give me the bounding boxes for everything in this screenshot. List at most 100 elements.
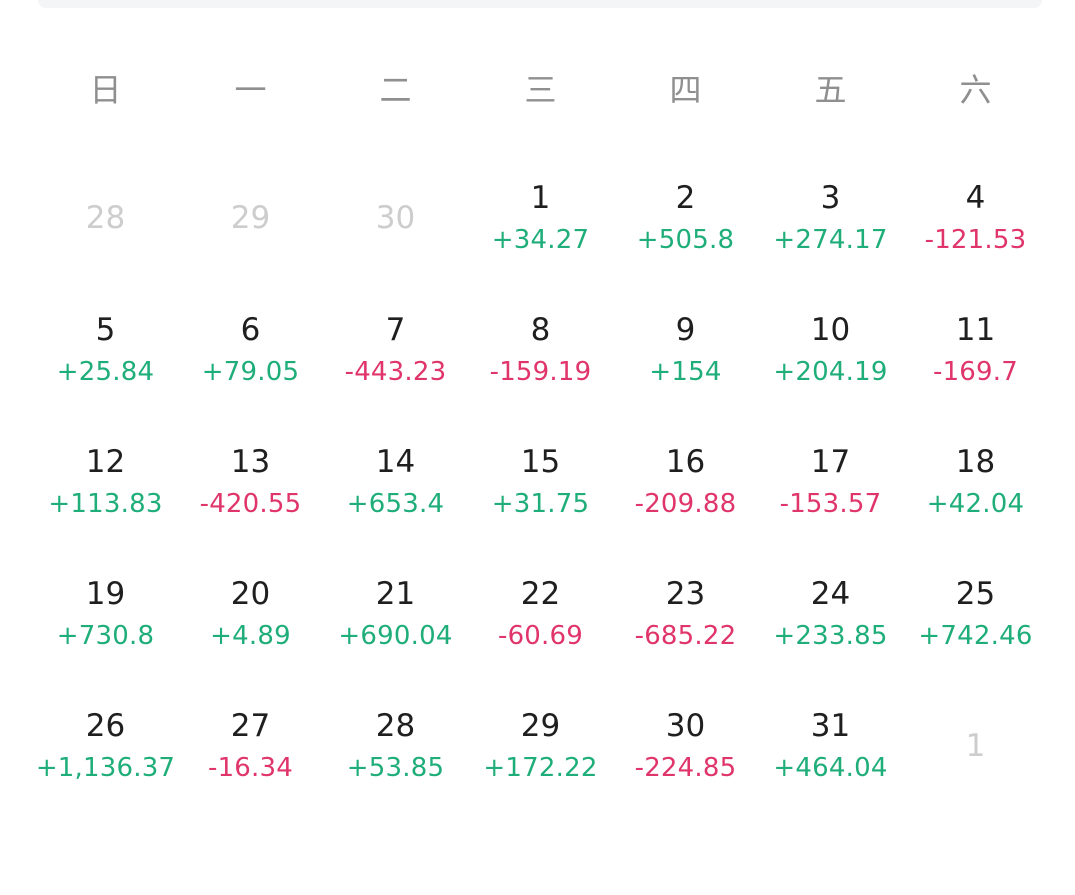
calendar-day-cell[interactable]: 19 +730.8 — [33, 546, 178, 678]
calendar-day-cell[interactable]: 16 -209.88 — [613, 414, 758, 546]
day-number: 1 — [965, 728, 986, 764]
calendar-day-cell[interactable]: 8 -159.19 — [468, 282, 613, 414]
calendar-day-cell[interactable]: 11 -169.7 — [903, 282, 1048, 414]
weekday-sat: 六 — [959, 71, 992, 109]
calendar-day-cell[interactable]: 15 +31.75 — [468, 414, 613, 546]
day-number: 28 — [375, 708, 416, 744]
daily-pnl-amount: +464.04 — [773, 753, 888, 783]
daily-pnl-amount: -121.53 — [924, 225, 1027, 255]
calendar-day-cell[interactable]: 29 +172.22 — [468, 678, 613, 810]
day-number: 30 — [665, 708, 706, 744]
day-number: 20 — [230, 576, 271, 612]
calendar-day-cell[interactable]: 31 +464.04 — [758, 678, 903, 810]
daily-pnl-amount: +653.4 — [346, 489, 445, 519]
daily-pnl-amount: +154 — [649, 357, 722, 387]
daily-pnl-amount: +4.89 — [210, 621, 291, 651]
day-number: 29 — [520, 708, 561, 744]
day-number: 17 — [810, 444, 851, 480]
calendar-day-cell[interactable]: 10 +204.19 — [758, 282, 903, 414]
day-number: 29 — [230, 200, 271, 236]
weekday-mon: 一 — [234, 71, 267, 109]
calendar-day-cell[interactable]: 26 +1,136.37 — [33, 678, 178, 810]
calendar-day-cell-outside-month[interactable]: 30 — [323, 150, 468, 282]
day-number: 9 — [675, 312, 696, 348]
daily-pnl-amount: +233.85 — [773, 621, 888, 651]
calendar-day-cell[interactable]: 14 +653.4 — [323, 414, 468, 546]
daily-pnl-amount: -224.85 — [634, 753, 737, 783]
calendar-day-cell[interactable]: 1 +34.27 — [468, 150, 613, 282]
calendar-day-cell-outside-month[interactable]: 1 — [903, 678, 1048, 810]
day-number: 1 — [530, 180, 551, 216]
calendar-day-cell-outside-month[interactable]: 28 — [33, 150, 178, 282]
day-number: 30 — [375, 200, 416, 236]
daily-pnl-amount: +505.8 — [636, 225, 735, 255]
day-number: 31 — [810, 708, 851, 744]
calendar-day-cell[interactable]: 2 +505.8 — [613, 150, 758, 282]
calendar-day-cell[interactable]: 18 +42.04 — [903, 414, 1048, 546]
day-number: 11 — [955, 312, 996, 348]
calendar-grid: 28 29 30 1 +34.27 2 +505.8 3 +274.17 4 -121.53 5 +25… — [33, 150, 1048, 810]
daily-pnl-amount: +53.85 — [346, 753, 445, 783]
daily-pnl-amount: -16.34 — [207, 753, 293, 783]
daily-pnl-amount: +690.04 — [338, 621, 453, 651]
calendar-day-cell[interactable]: 22 -60.69 — [468, 546, 613, 678]
top-card-edge — [38, 0, 1042, 8]
daily-pnl-amount: +25.84 — [56, 357, 155, 387]
daily-pnl-amount: -685.22 — [634, 621, 737, 651]
day-number: 7 — [385, 312, 406, 348]
daily-pnl-amount: +42.04 — [926, 489, 1025, 519]
day-number: 14 — [375, 444, 416, 480]
calendar-day-cell[interactable]: 3 +274.17 — [758, 150, 903, 282]
day-number: 21 — [375, 576, 416, 612]
weekday-sun: 日 — [89, 71, 122, 109]
daily-pnl-amount: +34.27 — [491, 225, 590, 255]
weekday-tue: 二 — [379, 71, 412, 109]
day-number: 23 — [665, 576, 706, 612]
daily-pnl-amount: +79.05 — [201, 357, 300, 387]
daily-pnl-amount: -209.88 — [634, 489, 737, 519]
weekday-thu: 四 — [669, 71, 702, 109]
calendar-day-cell[interactable]: 21 +690.04 — [323, 546, 468, 678]
day-number: 22 — [520, 576, 561, 612]
calendar-day-cell[interactable]: 12 +113.83 — [33, 414, 178, 546]
calendar-day-cell-outside-month[interactable]: 29 — [178, 150, 323, 282]
calendar-day-cell[interactable]: 5 +25.84 — [33, 282, 178, 414]
weekday-wed: 三 — [524, 71, 557, 109]
day-number: 19 — [85, 576, 126, 612]
day-number: 3 — [820, 180, 841, 216]
daily-pnl-amount: +730.8 — [56, 621, 155, 651]
day-number: 25 — [955, 576, 996, 612]
day-number: 5 — [95, 312, 116, 348]
day-number: 8 — [530, 312, 551, 348]
calendar-day-cell[interactable]: 28 +53.85 — [323, 678, 468, 810]
calendar-day-cell[interactable]: 13 -420.55 — [178, 414, 323, 546]
daily-pnl-amount: +172.22 — [483, 753, 598, 783]
weekday-header: 日 一 二 三 四 五 六 — [33, 68, 1048, 112]
calendar-day-cell[interactable]: 23 -685.22 — [613, 546, 758, 678]
calendar-day-cell[interactable]: 20 +4.89 — [178, 546, 323, 678]
calendar-day-cell[interactable]: 4 -121.53 — [903, 150, 1048, 282]
day-number: 15 — [520, 444, 561, 480]
daily-pnl-amount: -153.57 — [779, 489, 882, 519]
day-number: 4 — [965, 180, 986, 216]
calendar-day-cell[interactable]: 30 -224.85 — [613, 678, 758, 810]
calendar-day-cell[interactable]: 17 -153.57 — [758, 414, 903, 546]
daily-pnl-amount: -159.19 — [489, 357, 592, 387]
weekday-fri: 五 — [814, 71, 847, 109]
daily-pnl-amount: +31.75 — [491, 489, 590, 519]
calendar-day-cell[interactable]: 24 +233.85 — [758, 546, 903, 678]
daily-pnl-amount: +113.83 — [48, 489, 163, 519]
daily-pnl-amount: -60.69 — [497, 621, 583, 651]
day-number: 13 — [230, 444, 271, 480]
day-number: 12 — [85, 444, 126, 480]
day-number: 27 — [230, 708, 271, 744]
calendar-day-cell[interactable]: 6 +79.05 — [178, 282, 323, 414]
daily-pnl-amount: -420.55 — [199, 489, 302, 519]
calendar-day-cell[interactable]: 9 +154 — [613, 282, 758, 414]
calendar-day-cell[interactable]: 25 +742.46 — [903, 546, 1048, 678]
calendar-day-cell[interactable]: 7 -443.23 — [323, 282, 468, 414]
day-number: 6 — [240, 312, 261, 348]
day-number: 2 — [675, 180, 696, 216]
daily-pnl-amount: +742.46 — [918, 621, 1033, 651]
calendar-day-cell[interactable]: 27 -16.34 — [178, 678, 323, 810]
